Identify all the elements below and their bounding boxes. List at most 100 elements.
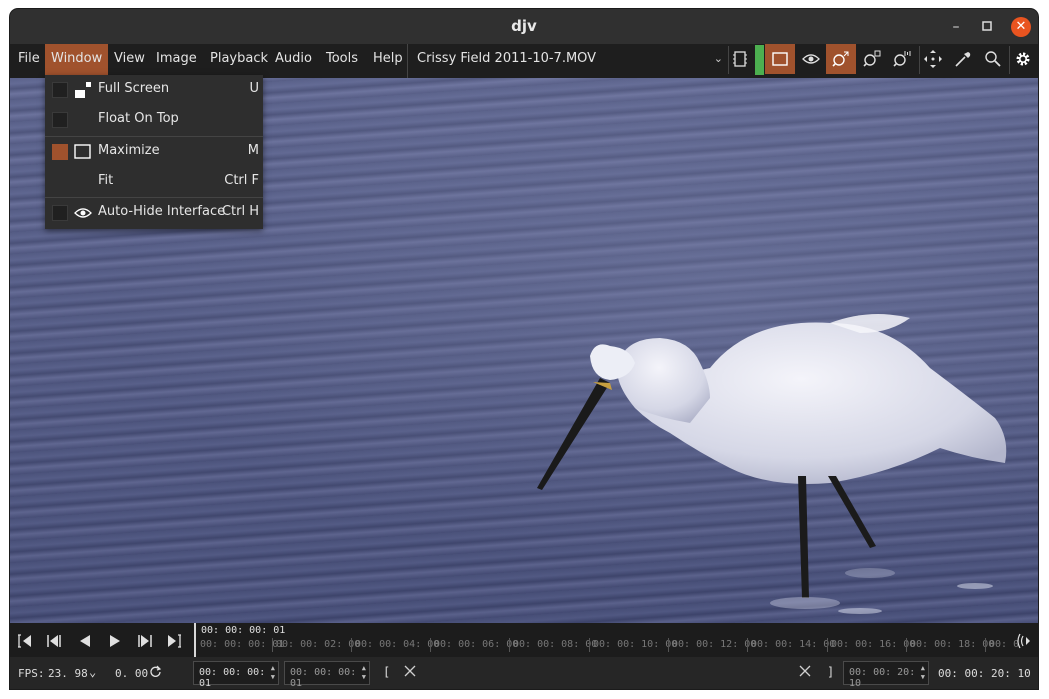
window-menu-dropdown: Full Screen U Float On Top Maximize M Fi… [45,75,263,229]
menu-audio[interactable]: Audio [269,44,318,78]
timeline-tick-mark [827,638,828,652]
out-point-value: 00: 00: 20: 10 [849,667,916,689]
move-icon[interactable] [918,44,948,74]
eye-icon[interactable] [796,44,826,74]
zoom-one-to-one-icon[interactable] [887,44,917,74]
menu-item-shortcut: Ctrl H [221,204,259,219]
duration-value: 00: 00: 20: 10 [938,667,1031,680]
in-point-value: 00: 00: 00: 01 [290,667,357,689]
menu-item-full-screen[interactable]: Full Screen U [45,75,263,105]
menu-playback[interactable]: Playback [204,44,274,78]
menu-item-label: Full Screen [98,81,170,96]
previous-frame-icon[interactable] [45,632,63,650]
current-frame-field[interactable]: 00: 00: 00: 01 ▲ ▼ [193,661,279,689]
set-out-point-button[interactable]: ] [827,665,834,679]
menu-item-label: Auto-Hide Interface [98,204,226,219]
timeline-slider[interactable]: 00: 00: 00: 01 00: 00: 00: 01 00: 00: 02… [194,623,1019,657]
menu-item-float-on-top[interactable]: Float On Top [45,105,263,135]
timeline-tick: 00: 00: 02: 00 [276,639,361,650]
menu-item-fit[interactable]: Fit Ctrl F [45,167,263,197]
menu-item-label: Maximize [98,143,160,158]
menu-item-shortcut: M [247,143,259,158]
timeline-tick: 00: 00: 16: 00 [831,639,916,650]
play-icon[interactable] [106,632,124,650]
in-point-field[interactable]: 00: 00: 00: 01 ▲ ▼ [284,661,370,689]
go-to-end-icon[interactable] [165,632,183,650]
timeline-tick-mark [509,638,510,652]
file-selector-label: Crissy Field 2011-10-7.MOV [417,51,597,66]
set-in-point-button[interactable]: [ [383,665,390,679]
menu-file[interactable]: File [12,44,46,78]
timeline-bar: 00: 00: 00: 01 00: 00: 00: 01 00: 00: 02… [10,623,1038,657]
menu-item-label: Fit [98,173,114,188]
fps-value[interactable]: 23. 98 [48,667,88,680]
menu-item-maximize[interactable]: Maximize M [45,137,263,167]
next-frame-icon[interactable] [136,632,154,650]
audio-icon[interactable] [1014,632,1032,650]
menu-window[interactable]: Window [45,44,109,78]
timeline-tick: 00: 00: 14: 00 [751,639,836,650]
clear-in-point-icon[interactable] [404,665,416,680]
menu-tools[interactable]: Tools [320,44,364,78]
menu-view[interactable]: View [108,44,151,78]
playback-status-bar: FPS: 23. 98 ⌄ 0. 00 00: 00: 00: 01 ▲ ▼ 00… [10,657,1038,689]
spin-arrows-icon[interactable]: ▲ ▼ [271,664,275,682]
frame-view-icon[interactable] [765,44,795,74]
color-picker-icon[interactable] [948,44,978,74]
go-to-start-icon[interactable] [16,632,34,650]
spin-arrows-icon[interactable]: ▲ ▼ [921,664,925,682]
timeline-tick: 00: 00: 08: 00 [513,639,598,650]
menu-item-auto-hide-interface[interactable]: Auto-Hide Interface Ctrl H [45,198,263,228]
out-point-field[interactable]: 00: 00: 20: 10 ▲ ▼ [843,661,929,689]
timeline-tick: 00: 00: 10: 00 [593,639,678,650]
cache-indicator [755,45,764,75]
memory-icon[interactable] [725,44,755,74]
restore-icon[interactable] [978,18,996,36]
timeline-tick: 00: 00: 06: 00 [434,639,519,650]
timeline-current-time: 00: 00: 00: 01 [201,625,286,636]
file-selector[interactable]: Crissy Field 2011-10-7.MOV ⌄ [407,44,727,78]
full-screen-checkbox[interactable] [52,82,68,98]
magnify-icon[interactable] [978,44,1008,74]
play-reverse-icon[interactable] [76,632,94,650]
zoom-in-icon[interactable] [857,44,887,74]
fps-label: FPS: [18,667,45,680]
title-bar: djv – ✕ [10,9,1038,44]
float-on-top-checkbox[interactable] [52,112,68,128]
fullscreen-icon [74,81,92,99]
timeline-tick-mark [589,638,590,652]
timeline-tick-mark [430,638,431,652]
minimize-icon[interactable]: – [947,18,965,36]
timeline-tick-mark [351,638,352,652]
playback-speed: 0. 00 [115,667,149,680]
menu-item-shortcut: Ctrl F [224,173,259,188]
timeline-tick-mark [668,638,669,652]
maximize-checkbox[interactable] [52,144,68,160]
menu-item-label: Float On Top [98,111,179,126]
menu-image[interactable]: Image [150,44,203,78]
clear-out-point-icon[interactable] [799,665,811,680]
chevron-down-icon[interactable]: ⌄ [89,665,96,679]
timeline-tick-mark [272,638,273,652]
auto-hide-checkbox[interactable] [52,205,68,221]
maximize-icon [74,143,92,161]
timeline-tick-mark [747,638,748,652]
settings-icon[interactable] [1008,44,1038,74]
zoom-reset-icon[interactable] [826,44,856,74]
menu-bar: File Window View Image Playback Audio To… [10,44,1038,78]
timeline-playhead[interactable] [194,623,196,657]
timeline-tick-mark [906,638,907,652]
timeline-tick: 00: 00: 18: 00 [910,639,995,650]
timeline-tick: 00: 00: 12: 00 [672,639,757,650]
close-window-icon[interactable]: ✕ [1011,17,1031,37]
window-title: djv [511,17,537,35]
menu-help[interactable]: Help [367,44,409,78]
app-window: djv – ✕ File Window View Image Playback … [10,9,1038,689]
loop-icon[interactable] [149,665,162,681]
chevron-down-icon: ⌄ [713,52,723,65]
current-frame-value: 00: 00: 00: 01 [199,667,266,689]
menu-item-shortcut: U [249,81,259,96]
eye-icon [74,204,92,222]
timeline-tick-mark [985,638,986,652]
spin-arrows-icon[interactable]: ▲ ▼ [362,664,366,682]
